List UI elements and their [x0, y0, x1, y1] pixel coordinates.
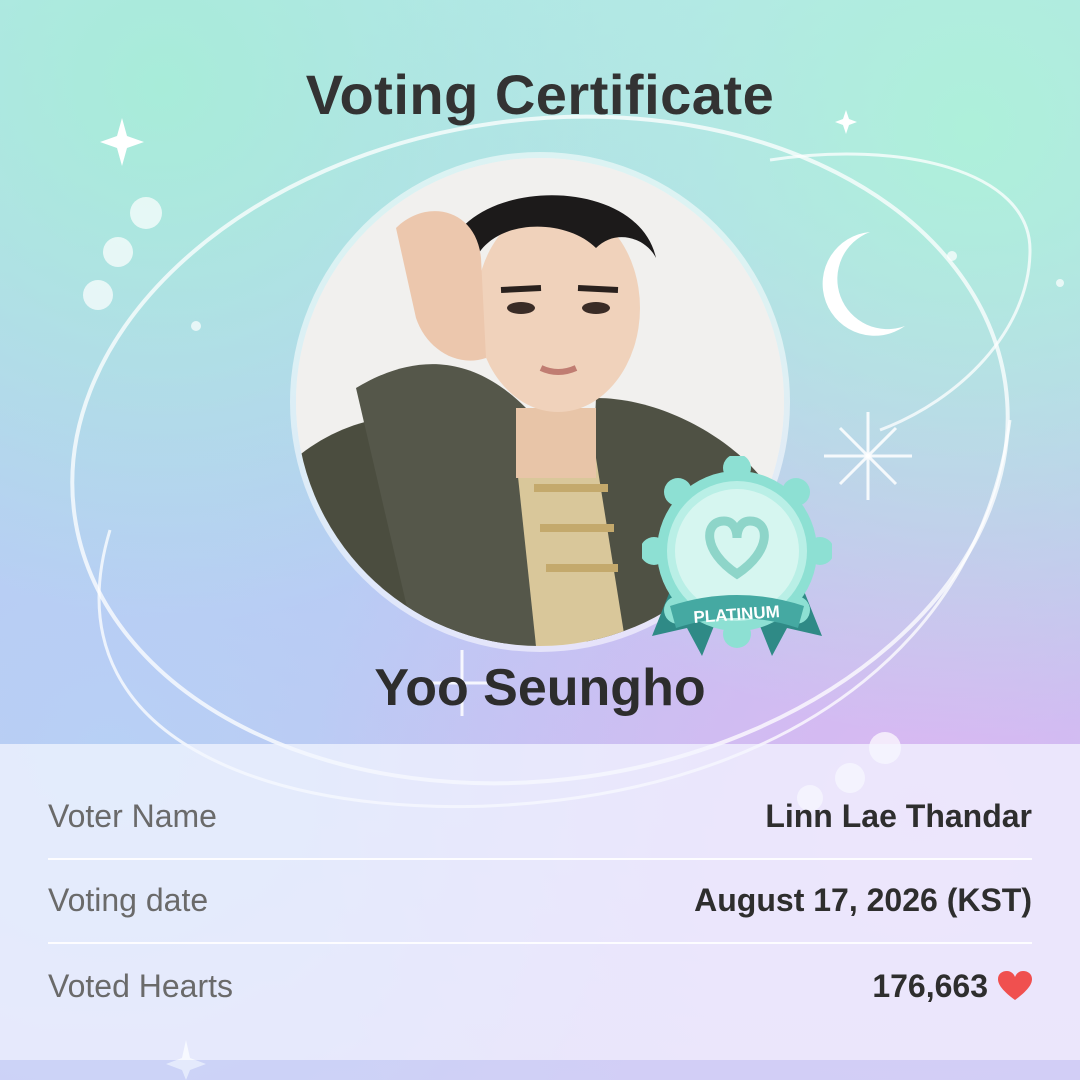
voting-date-label: Voting date: [48, 881, 209, 918]
voted-hearts-row: Voted Hearts 176,663: [48, 944, 1032, 1028]
voted-hearts-value-wrap: 176,663: [872, 968, 1032, 1005]
voted-hearts-label: Voted Hearts: [48, 967, 233, 1004]
platinum-badge: PLATINUM: [642, 456, 832, 656]
voting-date-value: August 17, 2026 (KST): [694, 881, 1032, 918]
voter-name-row: Voter Name Linn Lae Thandar: [48, 774, 1032, 860]
idol-name: Yoo Seungho: [374, 659, 706, 717]
voter-name-value: Linn Lae Thandar: [765, 797, 1032, 834]
voted-hearts-value: 176,663: [872, 967, 988, 1004]
voter-name-label: Voter Name: [48, 797, 217, 834]
certificate-title: Voting Certificate: [305, 63, 775, 126]
voting-date-row: Voting date August 17, 2026 (KST): [48, 858, 1032, 944]
heart-icon: [998, 971, 1032, 1000]
crescent-moon-icon: [822, 232, 905, 336]
bottom-strip: [0, 1060, 1080, 1080]
